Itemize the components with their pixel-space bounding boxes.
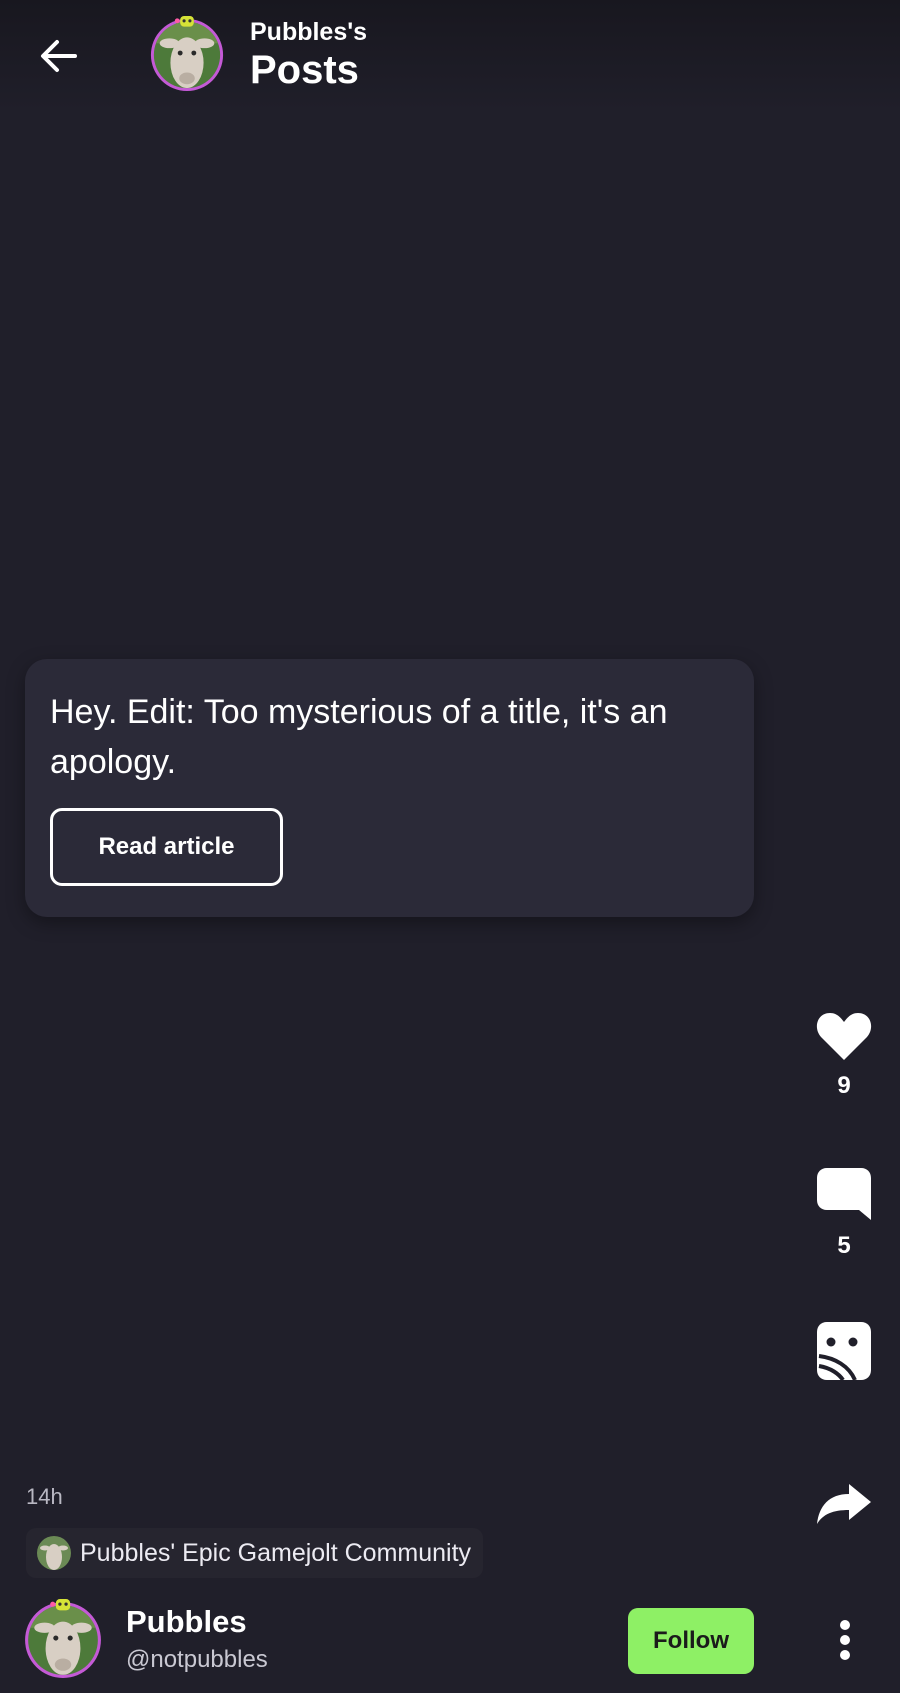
header-avatar[interactable]	[148, 14, 226, 92]
heart-icon	[816, 1013, 872, 1060]
follow-button[interactable]: Follow	[628, 1608, 754, 1674]
more-vertical-icon	[840, 1620, 850, 1660]
back-button[interactable]	[30, 30, 88, 82]
sticker-button[interactable]	[804, 1320, 884, 1382]
header: Pubbles's Posts	[0, 0, 900, 112]
post-time: 14h	[26, 1484, 63, 1509]
community-avatar	[37, 1536, 71, 1570]
comment-button[interactable]: 5	[804, 1166, 884, 1260]
share-button[interactable]	[804, 1482, 884, 1526]
author-avatar[interactable]	[22, 1597, 104, 1679]
share-icon	[817, 1484, 871, 1524]
sticker-icon	[817, 1322, 871, 1382]
author-handle[interactable]: @notpubbles	[126, 1646, 268, 1674]
comment-icon	[817, 1168, 871, 1220]
community-link[interactable]: Pubbles' Epic Gamejolt Community	[26, 1528, 484, 1578]
read-article-button[interactable]: Read article	[50, 808, 283, 886]
more-options-button[interactable]	[820, 1605, 870, 1675]
post-viewer: Pubbles's Posts Hey. Edit: Too mysteriou…	[0, 0, 900, 1693]
header-subtitle: Pubbles's	[250, 18, 368, 46]
like-count: 9	[837, 1072, 851, 1099]
article-title: Hey. Edit: Too mysterious of a title, it…	[50, 693, 668, 781]
like-button[interactable]: 9	[804, 1010, 884, 1100]
page-title: Posts	[250, 48, 359, 92]
arrow-left-icon	[41, 40, 77, 72]
community-name: Pubbles' Epic Gamejolt Community	[80, 1538, 472, 1567]
comment-count: 5	[837, 1232, 851, 1259]
author-name[interactable]: Pubbles	[126, 1604, 247, 1640]
article-card[interactable]: Hey. Edit: Too mysterious of a title, it…	[25, 659, 754, 917]
